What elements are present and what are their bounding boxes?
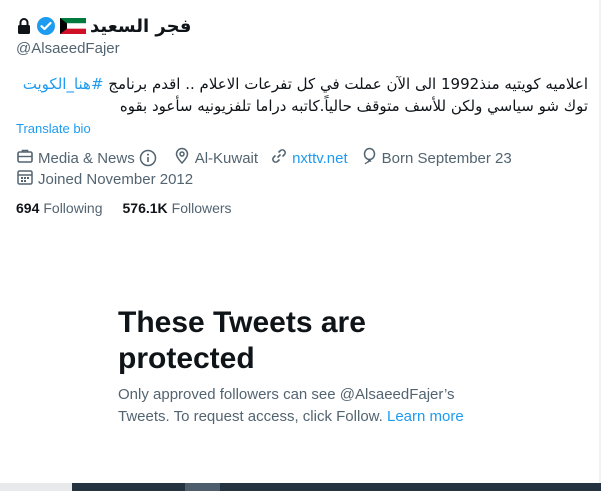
balloon-icon: [360, 147, 382, 169]
following-link[interactable]: 694 Following: [16, 200, 103, 216]
location-icon: [173, 147, 195, 169]
verified-badge-icon[interactable]: [36, 16, 56, 36]
joined-label: Joined November 2012: [38, 170, 194, 188]
meta-joined: Joined November 2012: [16, 168, 193, 190]
profile-handle: @AlsaeedFajer: [16, 40, 120, 57]
profile-panel: فجر السعيد @AlsaeedFajer اعلاميه كويتيه …: [0, 0, 601, 491]
bio-line-2: توك شو سياسي ولكن للأسف متوقف حالياً.كات…: [119, 97, 588, 115]
following-label: Following: [43, 200, 103, 216]
display-name: فجر السعيد: [90, 15, 192, 37]
protected-description: Only approved followers can see @Alsaeed…: [118, 384, 498, 428]
link-icon: [270, 147, 292, 169]
profile-meta-row-2: Joined November 2012: [16, 168, 205, 190]
follow-stats: 694 Following 576.1K Followers: [16, 200, 232, 216]
followers-link[interactable]: 576.1K Followers: [123, 200, 232, 216]
bio-line-1-text: اعلاميه كويتيه منذ1992 الى الآن عملت في …: [103, 75, 588, 93]
profile-name-row: فجر السعيد: [16, 14, 191, 38]
followers-count: 576.1K: [122, 200, 168, 216]
profile-bio: اعلاميه كويتيه منذ1992 الى الآن عملت في …: [16, 73, 588, 117]
bottom-bar-segment-2: [185, 483, 220, 491]
briefcase-icon: [16, 147, 38, 169]
bottom-bar: [0, 483, 601, 491]
meta-category: Media & News: [16, 147, 161, 169]
bio-line-1: اعلاميه كويتيه منذ1992 الى الآن عملت في …: [16, 73, 588, 95]
meta-website: nxttv.net: [270, 147, 348, 169]
bottom-bar-segment: [0, 483, 72, 491]
meta-location: Al-Kuwait: [173, 147, 258, 169]
info-icon[interactable]: [139, 149, 161, 167]
learn-more-link[interactable]: Learn more: [387, 408, 464, 425]
protected-title: These Tweets are protected: [118, 306, 366, 375]
website-link[interactable]: nxttv.net: [292, 150, 348, 167]
bio-hashtag-link[interactable]: #هنا_الكويت: [23, 75, 104, 93]
lock-icon: [16, 17, 32, 35]
category-label: Media & News: [38, 149, 135, 167]
calendar-icon: [16, 168, 38, 190]
location-label: Al-Kuwait: [194, 149, 259, 167]
translate-bio-link[interactable]: Translate bio: [16, 121, 91, 136]
followers-label: Followers: [171, 200, 232, 216]
birthday-label: Born September 23: [381, 149, 512, 167]
meta-birthday: Born September 23: [360, 147, 512, 169]
profile-meta-row: Media & News Al-Kuwait nxttv.net Born Se…: [16, 147, 524, 169]
following-count: 694: [16, 200, 40, 216]
kuwait-flag: [60, 18, 86, 34]
